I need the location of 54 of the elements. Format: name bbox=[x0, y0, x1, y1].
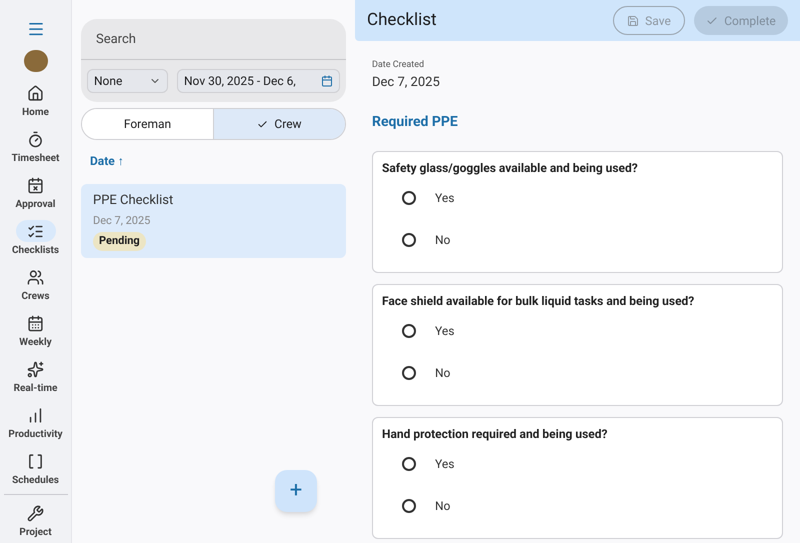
calendar-icon bbox=[27, 176, 44, 194]
radio-button[interactable] bbox=[402, 457, 416, 471]
segment-tab[interactable]: Crew bbox=[213, 109, 345, 139]
check-icon bbox=[706, 14, 718, 26]
nav-item[interactable]: Crews bbox=[0, 262, 72, 307]
option-label: No bbox=[435, 498, 450, 515]
check-icon bbox=[257, 118, 268, 130]
section-title: Required PPE bbox=[372, 113, 459, 132]
search-field[interactable]: Search bbox=[81, 19, 346, 60]
date-range-field[interactable]: Nov 30, 2025 - Dec 6, bbox=[177, 69, 340, 93]
add-button[interactable]: + bbox=[275, 470, 317, 512]
nav-item[interactable]: Approval bbox=[0, 170, 72, 215]
item-date: Dec 7, 2025 bbox=[93, 212, 150, 228]
bar-chart-icon bbox=[27, 406, 44, 424]
status-badge: Pending bbox=[93, 232, 146, 250]
brackets-icon bbox=[27, 452, 44, 470]
nav-item[interactable]: Real-time bbox=[0, 354, 72, 399]
sparkle-icon bbox=[27, 360, 44, 378]
filter-dropdown[interactable]: None bbox=[87, 69, 168, 93]
nav-item[interactable]: Checklists bbox=[0, 216, 72, 261]
question-text: Face shield available for bulk liquid tasks and being used? bbox=[382, 293, 696, 310]
avatar[interactable] bbox=[24, 50, 48, 72]
option-label: No bbox=[435, 365, 450, 382]
save-icon bbox=[627, 14, 640, 26]
question-text: Safety glass/goggles available and being used? bbox=[382, 160, 639, 177]
checklist-item[interactable]: PPE Checklist Dec 7, 2025 Pending bbox=[81, 184, 346, 258]
question-text: Hand protection required and being used? bbox=[382, 426, 608, 443]
option-label: Yes bbox=[435, 190, 454, 207]
radio-button[interactable] bbox=[402, 499, 416, 513]
option-label: No bbox=[435, 232, 450, 249]
field-label: Date Created bbox=[372, 59, 426, 72]
segment-tab[interactable]: Foreman bbox=[82, 109, 213, 139]
sort-button[interactable]: Date ↑ bbox=[90, 152, 124, 170]
nav-item[interactable]: Schedules bbox=[0, 446, 72, 491]
nav-item[interactable]: Productivity bbox=[0, 400, 72, 445]
option-label: Yes bbox=[435, 456, 454, 473]
nav-item[interactable]: Home bbox=[0, 78, 72, 123]
nav-item[interactable]: Timesheet bbox=[0, 124, 72, 169]
house-icon bbox=[27, 84, 44, 102]
calendar-icon bbox=[27, 314, 44, 332]
field-value: Dec 7, 2025 bbox=[372, 74, 441, 92]
radio-button[interactable] bbox=[402, 324, 416, 338]
tools-icon bbox=[27, 504, 44, 522]
page-title: Checklist bbox=[367, 8, 438, 32]
people-icon bbox=[27, 268, 44, 286]
radio-button[interactable] bbox=[402, 233, 416, 247]
timer-icon bbox=[27, 130, 44, 148]
calendar-icon[interactable] bbox=[321, 75, 333, 87]
nav-item[interactable]: Project bbox=[0, 498, 72, 543]
radio-button[interactable] bbox=[402, 366, 416, 380]
nav-item[interactable]: Weekly bbox=[0, 308, 72, 353]
option-label: Yes bbox=[435, 323, 454, 340]
radio-button[interactable] bbox=[402, 191, 416, 205]
item-title: PPE Checklist bbox=[93, 192, 174, 210]
